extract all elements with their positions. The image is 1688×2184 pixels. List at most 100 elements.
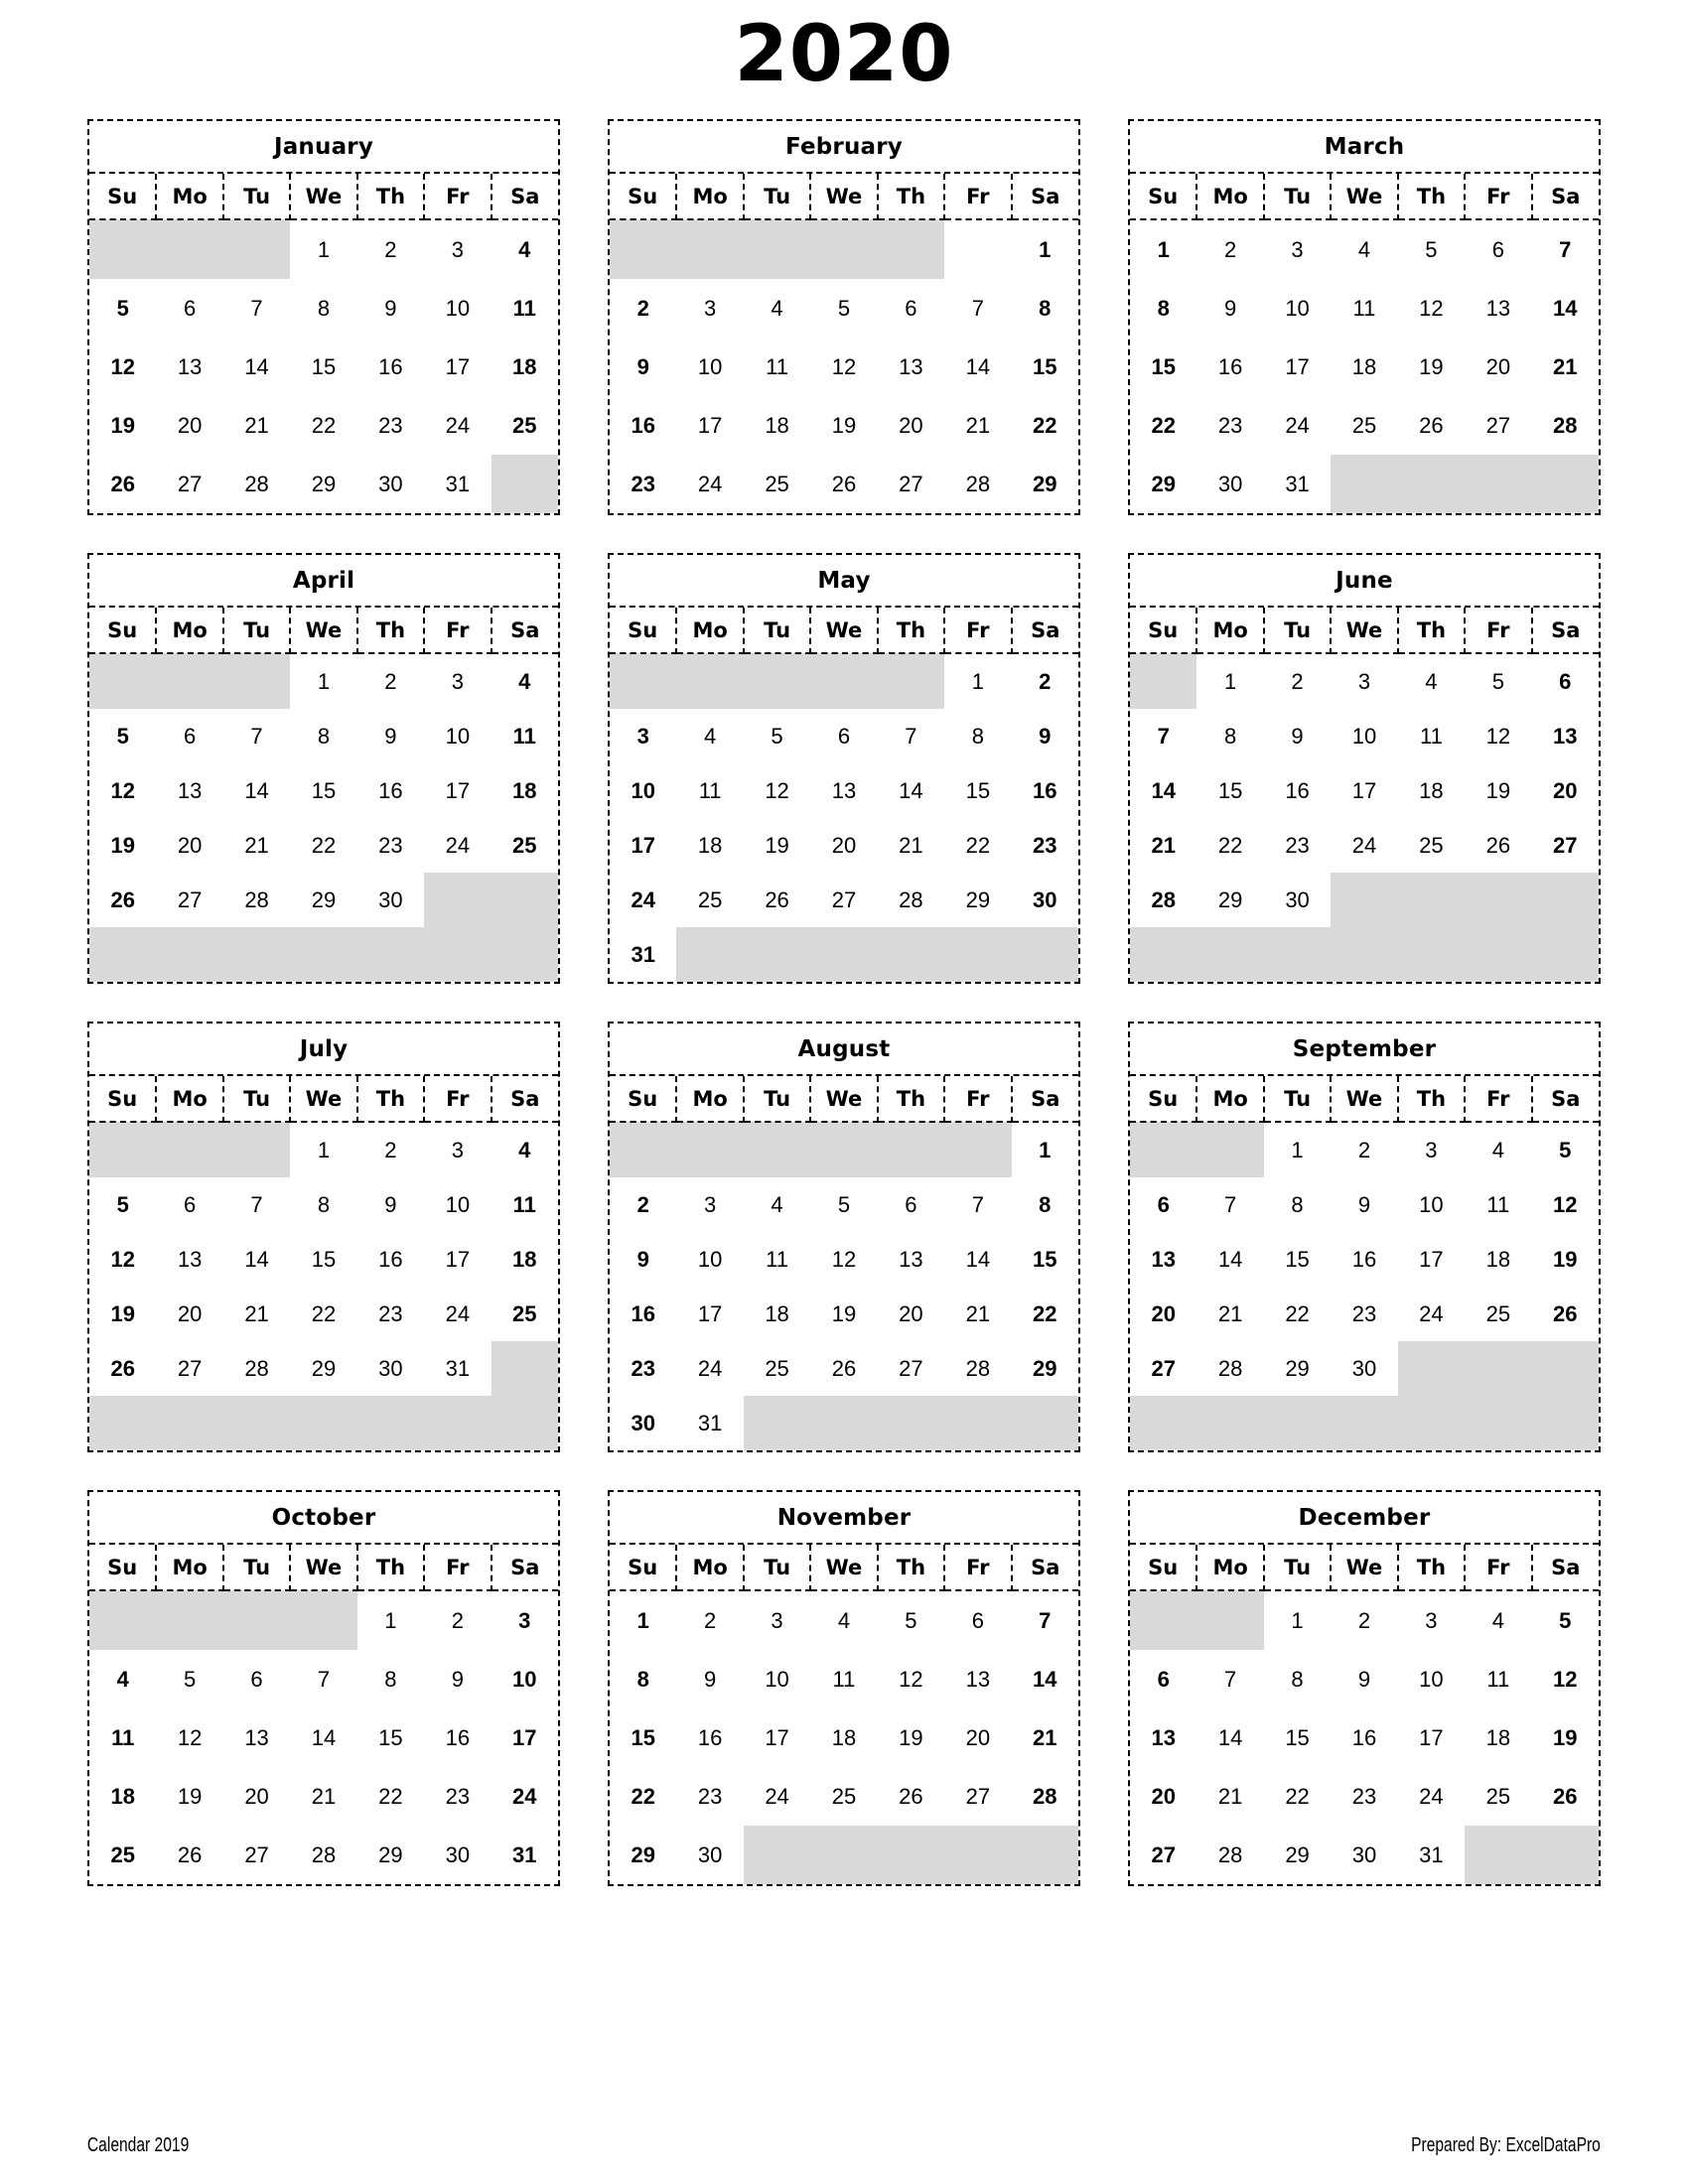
day-cell[interactable]: 17 bbox=[1398, 1232, 1465, 1287]
day-cell[interactable]: 11 bbox=[89, 1708, 156, 1767]
day-cell[interactable]: 5 bbox=[810, 279, 877, 338]
day-cell[interactable]: 29 bbox=[1130, 455, 1196, 513]
day-cell[interactable]: 20 bbox=[1532, 763, 1599, 818]
day-cell[interactable]: 22 bbox=[357, 1767, 424, 1826]
day-cell[interactable]: 9 bbox=[610, 338, 676, 396]
day-cell[interactable]: 20 bbox=[944, 1708, 1011, 1767]
day-cell[interactable]: 23 bbox=[357, 818, 424, 873]
day-cell[interactable]: 22 bbox=[1196, 818, 1263, 873]
day-cell[interactable]: 1 bbox=[1264, 1590, 1331, 1650]
day-cell[interactable]: 28 bbox=[878, 873, 944, 927]
day-cell[interactable]: 23 bbox=[357, 396, 424, 455]
day-cell[interactable]: 26 bbox=[89, 455, 156, 513]
day-cell[interactable]: 29 bbox=[1012, 455, 1078, 513]
day-cell[interactable]: 13 bbox=[1130, 1708, 1196, 1767]
day-cell[interactable]: 6 bbox=[1465, 219, 1531, 279]
day-cell[interactable]: 2 bbox=[357, 653, 424, 709]
day-cell[interactable]: 13 bbox=[156, 338, 222, 396]
day-cell[interactable]: 13 bbox=[810, 763, 877, 818]
day-cell[interactable]: 1 bbox=[1012, 1122, 1078, 1177]
day-cell[interactable]: 3 bbox=[492, 1590, 558, 1650]
day-cell[interactable]: 22 bbox=[1012, 396, 1078, 455]
day-cell[interactable]: 19 bbox=[89, 1287, 156, 1341]
day-cell[interactable]: 20 bbox=[1130, 1287, 1196, 1341]
day-cell[interactable]: 28 bbox=[944, 1341, 1011, 1396]
day-cell[interactable]: 28 bbox=[1196, 1826, 1263, 1884]
day-cell[interactable]: 25 bbox=[492, 1287, 558, 1341]
day-cell[interactable]: 17 bbox=[424, 1232, 491, 1287]
day-cell[interactable]: 10 bbox=[424, 279, 491, 338]
day-cell[interactable]: 21 bbox=[223, 818, 290, 873]
day-cell[interactable]: 20 bbox=[156, 396, 222, 455]
day-cell[interactable]: 27 bbox=[1532, 818, 1599, 873]
day-cell[interactable]: 18 bbox=[1465, 1708, 1531, 1767]
day-cell[interactable]: 28 bbox=[223, 1341, 290, 1396]
day-cell[interactable]: 10 bbox=[744, 1650, 810, 1708]
day-cell[interactable]: 24 bbox=[676, 455, 743, 513]
day-cell[interactable]: 27 bbox=[1130, 1826, 1196, 1884]
day-cell[interactable]: 14 bbox=[223, 763, 290, 818]
day-cell[interactable]: 6 bbox=[1130, 1177, 1196, 1232]
day-cell[interactable]: 18 bbox=[492, 338, 558, 396]
day-cell[interactable]: 16 bbox=[676, 1708, 743, 1767]
day-cell[interactable]: 9 bbox=[357, 279, 424, 338]
day-cell[interactable]: 1 bbox=[1012, 219, 1078, 279]
day-cell[interactable]: 14 bbox=[290, 1708, 356, 1767]
day-cell[interactable]: 22 bbox=[1012, 1287, 1078, 1341]
day-cell[interactable]: 30 bbox=[357, 1341, 424, 1396]
day-cell[interactable]: 24 bbox=[1398, 1287, 1465, 1341]
day-cell[interactable]: 17 bbox=[492, 1708, 558, 1767]
day-cell[interactable]: 20 bbox=[1465, 338, 1531, 396]
day-cell[interactable]: 28 bbox=[944, 455, 1011, 513]
day-cell[interactable]: 29 bbox=[944, 873, 1011, 927]
day-cell[interactable]: 8 bbox=[290, 709, 356, 763]
day-cell[interactable]: 7 bbox=[1196, 1650, 1263, 1708]
day-cell[interactable]: 21 bbox=[1196, 1767, 1263, 1826]
day-cell[interactable]: 10 bbox=[1264, 279, 1331, 338]
day-cell[interactable]: 22 bbox=[610, 1767, 676, 1826]
day-cell[interactable]: 2 bbox=[1331, 1590, 1397, 1650]
day-cell[interactable]: 5 bbox=[878, 1590, 944, 1650]
day-cell[interactable]: 15 bbox=[944, 763, 1011, 818]
day-cell[interactable]: 15 bbox=[1012, 338, 1078, 396]
day-cell[interactable]: 25 bbox=[89, 1826, 156, 1884]
day-cell[interactable]: 25 bbox=[744, 455, 810, 513]
day-cell[interactable]: 26 bbox=[810, 455, 877, 513]
day-cell[interactable]: 24 bbox=[744, 1767, 810, 1826]
day-cell[interactable]: 4 bbox=[1465, 1122, 1531, 1177]
day-cell[interactable]: 25 bbox=[744, 1341, 810, 1396]
day-cell[interactable]: 16 bbox=[610, 396, 676, 455]
day-cell[interactable]: 12 bbox=[156, 1708, 222, 1767]
day-cell[interactable]: 14 bbox=[1196, 1232, 1263, 1287]
day-cell[interactable]: 25 bbox=[1398, 818, 1465, 873]
day-cell[interactable]: 18 bbox=[676, 818, 743, 873]
day-cell[interactable]: 25 bbox=[1465, 1287, 1531, 1341]
day-cell[interactable]: 11 bbox=[1465, 1177, 1531, 1232]
day-cell[interactable]: 29 bbox=[1264, 1826, 1331, 1884]
day-cell[interactable]: 6 bbox=[810, 709, 877, 763]
day-cell[interactable]: 14 bbox=[223, 1232, 290, 1287]
day-cell[interactable]: 21 bbox=[1130, 818, 1196, 873]
day-cell[interactable]: 9 bbox=[610, 1232, 676, 1287]
day-cell[interactable]: 6 bbox=[156, 709, 222, 763]
day-cell[interactable]: 8 bbox=[1130, 279, 1196, 338]
day-cell[interactable]: 28 bbox=[1532, 396, 1599, 455]
day-cell[interactable]: 16 bbox=[1331, 1232, 1397, 1287]
day-cell[interactable]: 7 bbox=[944, 279, 1011, 338]
day-cell[interactable]: 8 bbox=[944, 709, 1011, 763]
day-cell[interactable]: 7 bbox=[223, 279, 290, 338]
day-cell[interactable]: 24 bbox=[1398, 1767, 1465, 1826]
day-cell[interactable]: 31 bbox=[424, 1341, 491, 1396]
day-cell[interactable]: 26 bbox=[878, 1767, 944, 1826]
day-cell[interactable]: 30 bbox=[357, 873, 424, 927]
day-cell[interactable]: 16 bbox=[357, 338, 424, 396]
day-cell[interactable]: 25 bbox=[492, 818, 558, 873]
day-cell[interactable]: 6 bbox=[878, 1177, 944, 1232]
day-cell[interactable]: 15 bbox=[290, 1232, 356, 1287]
day-cell[interactable]: 24 bbox=[424, 818, 491, 873]
day-cell[interactable]: 16 bbox=[610, 1287, 676, 1341]
day-cell[interactable]: 9 bbox=[1012, 709, 1078, 763]
day-cell[interactable]: 13 bbox=[1532, 709, 1599, 763]
day-cell[interactable]: 1 bbox=[1196, 653, 1263, 709]
day-cell[interactable]: 30 bbox=[424, 1826, 491, 1884]
